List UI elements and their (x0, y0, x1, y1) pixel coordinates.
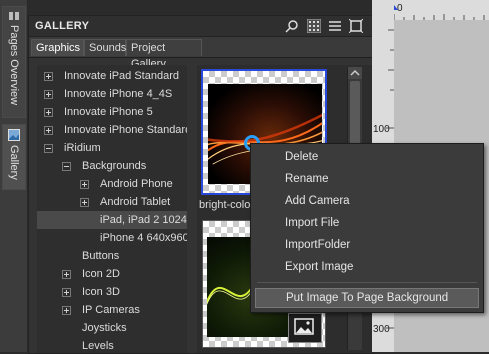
tree-item[interactable]: Backgrounds (37, 157, 187, 175)
tree-item[interactable]: Innovate iPhone Standard (37, 121, 187, 139)
tree-item[interactable]: Innovate iPhone 5 (37, 103, 187, 121)
tree-item[interactable]: Innovate iPad Standard (37, 67, 187, 85)
side-tab-gallery[interactable]: Gallery (2, 124, 26, 190)
menu-item-add-camera[interactable]: Add Camera (255, 191, 479, 211)
thumbnail-caption: bright-colo (199, 199, 251, 211)
fit-icon[interactable] (349, 19, 363, 33)
side-tab-pages-overview[interactable]: Pages Overview (2, 6, 26, 118)
expand-icon[interactable] (80, 198, 89, 207)
side-tab-label: Gallery (8, 145, 20, 180)
menu-item-import-folder[interactable]: ImportFolder (255, 235, 479, 255)
tree-item[interactable]: Joysticks (37, 319, 187, 337)
collapse-icon[interactable] (62, 162, 71, 171)
expand-icon[interactable] (80, 180, 89, 189)
context-menu: Delete Rename Add Camera Import File Imp… (250, 143, 484, 313)
expand-icon[interactable] (44, 108, 53, 117)
tree-item[interactable]: iRidium (37, 139, 187, 157)
gallery-folder-tree: Innovate iPad Standard Innovate iPhone 4… (37, 65, 187, 353)
menu-item-import-file[interactable]: Import File (255, 213, 479, 233)
image-icon (294, 318, 314, 335)
gallery-header: GALLERY (29, 16, 373, 37)
tab-project-gallery[interactable]: Project Gallery (126, 39, 202, 70)
grid-view-icon[interactable] (307, 19, 321, 33)
tab-sounds[interactable]: Sounds (84, 39, 126, 56)
tree-item-selected[interactable]: iPad, iPad 2 1024x768 (37, 211, 187, 229)
ruler-label: 100 (373, 124, 390, 135)
side-tab-label: Pages Overview (8, 25, 20, 106)
ruler-label: 0 (397, 3, 403, 14)
search-icon[interactable] (285, 19, 299, 33)
menu-separator (257, 282, 477, 283)
list-view-icon[interactable] (328, 19, 342, 33)
expand-icon[interactable] (44, 72, 53, 81)
tree-item[interactable]: IP Cameras (37, 301, 187, 319)
tree-item[interactable]: Icon 2D (37, 265, 187, 283)
ruler-label: 300 (373, 324, 390, 335)
menu-item-export-image[interactable]: Export Image (255, 257, 479, 277)
tree-item[interactable]: Icon 3D (37, 283, 187, 301)
gallery-tabs: Graphics Sounds Project Gallery (29, 37, 373, 70)
pages-icon (9, 12, 19, 20)
expand-icon[interactable] (44, 126, 53, 135)
image-icon (8, 129, 20, 141)
expand-icon[interactable] (44, 90, 53, 99)
tree-item[interactable]: Buttons (37, 247, 187, 265)
arrow-up-icon (350, 69, 360, 76)
side-tab-strip: Pages Overview Gallery (0, 0, 28, 352)
menu-item-rename[interactable]: Rename (255, 169, 479, 189)
menu-item-put-image-to-page-background[interactable]: Put Image To Page Background (255, 288, 479, 308)
tree-item[interactable]: Android Phone (37, 175, 187, 193)
expand-icon[interactable] (62, 270, 71, 279)
menu-item-delete[interactable]: Delete (255, 147, 479, 167)
ruler-corner (372, 0, 394, 20)
tab-graphics[interactable]: Graphics (31, 39, 84, 56)
image-badge (288, 313, 322, 343)
expand-icon[interactable] (62, 306, 71, 315)
tree-item[interactable]: iPhone 4 640x960 (37, 229, 187, 247)
horizontal-ruler: 0 (394, 0, 489, 21)
tree-item[interactable]: Innovate iPhone 4_4S (37, 85, 187, 103)
panel-title: GALLERY (35, 20, 90, 32)
tree-item[interactable]: Android Tablet (37, 193, 187, 211)
tree-item[interactable]: Levels (37, 337, 187, 353)
expand-icon[interactable] (62, 288, 71, 297)
scroll-up-button[interactable] (348, 67, 362, 79)
collapse-icon[interactable] (44, 144, 53, 153)
